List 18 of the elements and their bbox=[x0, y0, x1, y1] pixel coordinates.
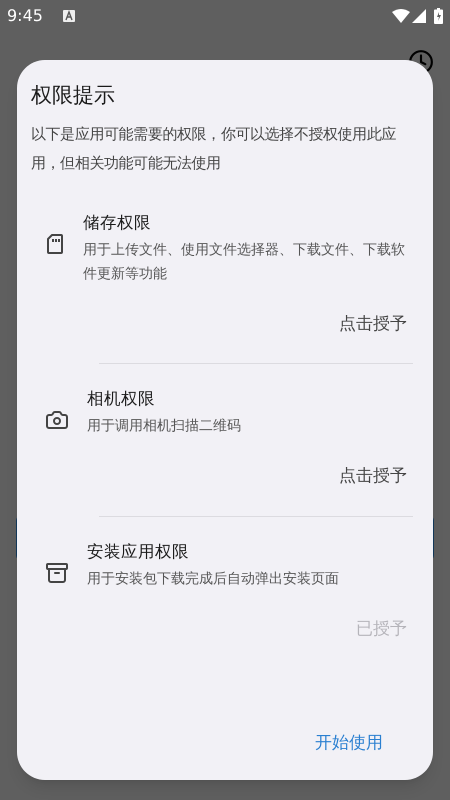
grant-button[interactable]: 点击授予 bbox=[333, 458, 413, 496]
camera-icon bbox=[45, 408, 69, 432]
permission-name: 相机权限 bbox=[87, 388, 156, 410]
permission-description: 用于调用相机扫描二维码 bbox=[87, 417, 241, 436]
permission-description: 用于安装包下载完成后自动弹出安装页面 bbox=[87, 570, 339, 588]
permission-name: 安装应用权限 bbox=[87, 540, 190, 562]
status-time: 9:45 bbox=[7, 5, 43, 27]
notification-icon bbox=[62, 10, 75, 22]
wifi-icon bbox=[392, 9, 410, 23]
grant-button[interactable]: 点击授予 bbox=[333, 306, 413, 343]
dialog-description: 以下是应用可能需要的权限，你可以选择不授权使用此应用，但相关功能可能无法使用 bbox=[31, 124, 398, 174]
start-button[interactable]: 开始使用 bbox=[309, 724, 389, 762]
box-icon bbox=[45, 560, 69, 584]
dialog-title: 权限提示 bbox=[31, 82, 116, 109]
battery-icon bbox=[434, 8, 443, 24]
permission-description: 用于上传文件、使用文件选择器、下载文件、下载软件更新等功能 bbox=[83, 240, 406, 284]
signal-icon bbox=[412, 9, 426, 23]
permission-name: 储存权限 bbox=[83, 212, 152, 234]
